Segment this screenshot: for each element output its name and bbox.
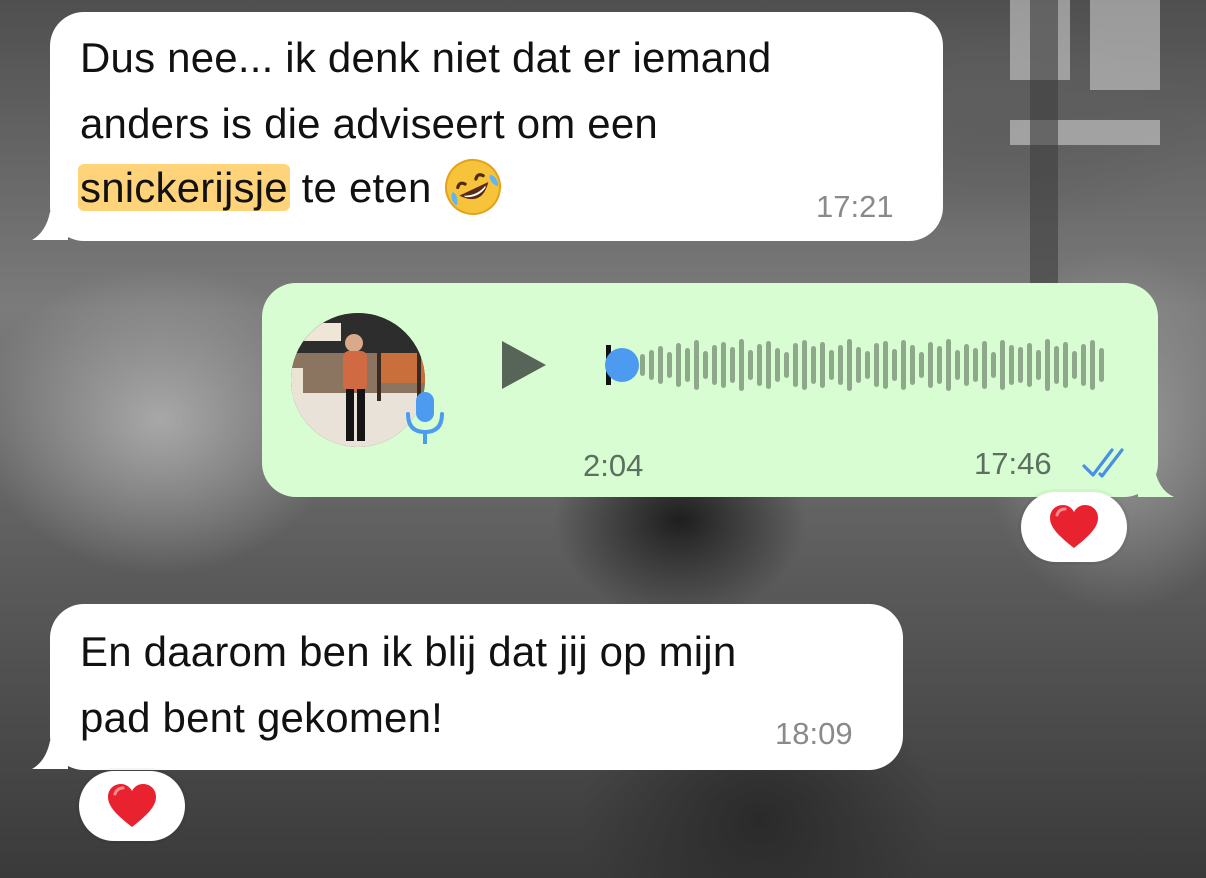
red-heart-icon [1050, 505, 1098, 548]
waveform-bar [865, 351, 870, 379]
read-receipt-icon [1082, 448, 1124, 478]
playback-progress-handle [605, 348, 639, 382]
red-heart-icon [108, 784, 156, 827]
waveform-bar [847, 339, 852, 391]
waveform-bar [973, 348, 978, 382]
wallpaper-detail [1030, 0, 1058, 300]
waveform-bar [820, 342, 825, 388]
bubble-tail [1138, 466, 1174, 497]
waveform-bar [757, 344, 762, 386]
waveform-bar [1045, 339, 1050, 391]
waveform-bar [703, 351, 708, 379]
waveform-bar [811, 346, 816, 384]
waveform-bar [838, 345, 843, 385]
waveform-bar [874, 343, 879, 387]
waveform-bar [748, 350, 753, 380]
waveform-bar [1018, 347, 1023, 383]
message-time: 17:46 [974, 446, 1052, 481]
waveform-bar [721, 342, 726, 388]
waveform-bar [685, 348, 690, 382]
waveform-bar [739, 339, 744, 391]
heart-reaction[interactable] [79, 771, 185, 841]
voice-duration: 2:04 [583, 448, 644, 483]
waveform-bar [1099, 348, 1104, 382]
waveform-bar [1027, 343, 1032, 387]
waveform-bar [658, 346, 663, 384]
waveform-bar [955, 350, 960, 380]
incoming-message-bubble[interactable]: Dus nee... ik denk niet dat er iemand an… [50, 12, 943, 241]
message-time: 17:21 [816, 189, 894, 224]
waveform-bar [937, 346, 942, 384]
waveform-bar [712, 345, 717, 385]
waveform-bar [883, 341, 888, 389]
waveform-bar [856, 347, 861, 383]
waveform-bar [901, 340, 906, 390]
waveform-bar [964, 344, 969, 386]
waveform-bar [892, 349, 897, 381]
waveform-bar [784, 352, 789, 378]
rolling-on-floor-laughing-icon [445, 158, 502, 215]
waveform-bar [928, 342, 933, 388]
play-icon[interactable] [496, 337, 550, 393]
waveform-bar [1081, 344, 1086, 386]
waveform-bar [1072, 351, 1077, 379]
message-time: 18:09 [775, 716, 853, 751]
waveform-bar [793, 343, 798, 387]
message-line: pad bent gekomen! [80, 694, 444, 741]
waveform-bar [829, 350, 834, 380]
waveform-bar [649, 350, 654, 380]
waveform-bar [730, 347, 735, 383]
waveform-bar [991, 352, 996, 378]
waveform-bar [1036, 350, 1041, 380]
message-line: snickerijsje te eten [78, 156, 503, 221]
waveform-bar [676, 343, 681, 387]
waveform-bar [982, 341, 987, 389]
wallpaper-detail [1090, 0, 1160, 90]
waveform-bar [640, 354, 645, 376]
waveform-bar [667, 352, 672, 378]
highlighted-word: snickerijsje [78, 164, 290, 211]
waveform-bar [766, 341, 771, 389]
message-line: En daarom ben ik blij dat jij op mijn [80, 628, 737, 675]
microphone-icon [406, 392, 444, 444]
waveform-bar [694, 340, 699, 390]
message-line: anders is die adviseert om een [80, 100, 658, 147]
waveform-bar [1090, 340, 1095, 390]
waveform-bar [946, 339, 951, 391]
voice-waveform[interactable] [604, 333, 1106, 397]
waveform-bar [1000, 340, 1005, 390]
waveform-bar [802, 340, 807, 390]
heart-reaction[interactable] [1021, 492, 1127, 562]
waveform-bar [910, 345, 915, 385]
incoming-message-bubble[interactable]: En daarom ben ik blij dat jij op mijn pa… [50, 604, 903, 770]
waveform-bar [775, 348, 780, 382]
message-text: te eten [289, 164, 432, 211]
waveform-bar [919, 352, 924, 378]
waveform-bar [1063, 342, 1068, 388]
message-line: Dus nee... ik denk niet dat er iemand [80, 34, 772, 81]
waveform-bar [1054, 346, 1059, 384]
waveform-bar [1009, 345, 1014, 385]
